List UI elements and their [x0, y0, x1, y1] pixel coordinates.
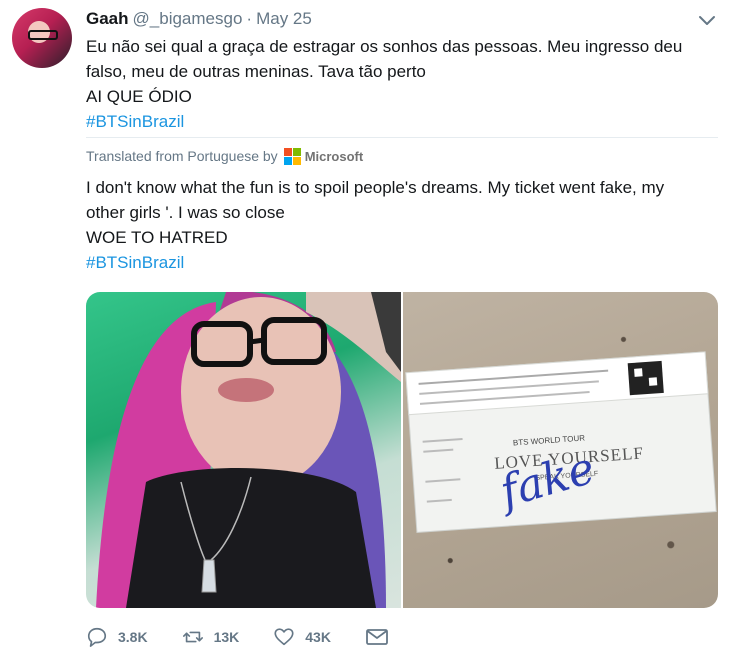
translated-text-line: WOE TO HATRED — [86, 228, 228, 247]
microsoft-logo-icon — [283, 147, 301, 165]
translation-attribution: Translated from Portuguese by Microsoft — [86, 146, 363, 166]
reply-button[interactable]: 3.8K — [86, 626, 148, 648]
author-avatar[interactable] — [12, 8, 72, 68]
chevron-down-icon[interactable] — [698, 14, 716, 28]
like-button[interactable]: 43K — [273, 626, 331, 648]
hashtag-link[interactable]: #BTSinBrazil — [86, 109, 706, 134]
author-handle[interactable]: @_bigamesgo — [133, 9, 243, 29]
tweet-actions: 3.8K 13K 43K — [86, 624, 423, 650]
translated-text-line: I don't know what the fun is to spoil pe… — [86, 178, 665, 197]
reply-icon — [87, 627, 107, 647]
retweet-icon — [182, 631, 203, 643]
author-name[interactable]: Gaah — [86, 9, 129, 29]
ticket-illustration: BTS WORLD TOUR LOVE YOURSELF SPEAK YOURS… — [405, 351, 717, 533]
translation-provider: Microsoft — [304, 148, 364, 164]
retweet-button[interactable]: 13K — [182, 626, 240, 648]
tweet-text-line: Eu não sei qual a graça de estragar os s… — [86, 37, 683, 56]
separator-dot: · — [246, 9, 253, 28]
ticket-photo[interactable]: BTS WORLD TOUR LOVE YOURSELF SPEAK YOURS… — [403, 292, 718, 608]
heart-icon — [274, 628, 294, 646]
tweet-text-line: AI QUE ÓDIO — [86, 87, 192, 106]
selfie-illustration — [96, 292, 401, 608]
hashtag-link[interactable]: #BTSinBrazil — [86, 250, 706, 275]
retweet-count: 13K — [213, 629, 240, 645]
reply-count: 3.8K — [118, 629, 148, 645]
direct-message-button[interactable] — [365, 626, 389, 648]
translated-text-line: other girls '. I was so close — [86, 203, 285, 222]
avatar-glasses — [28, 30, 58, 40]
translated-text: I don't know what the fun is to spoil pe… — [86, 175, 706, 275]
translation-label: Translated from Portuguese by — [86, 148, 278, 164]
envelope-icon — [366, 629, 388, 645]
divider — [86, 137, 718, 138]
tweet-media: BTS WORLD TOUR LOVE YOURSELF SPEAK YOURS… — [86, 292, 718, 608]
selfie-photo[interactable] — [86, 292, 401, 608]
tweet-header: Gaah @_bigamesgo · May 25 — [86, 9, 312, 33]
tweet-date[interactable]: May 25 — [256, 9, 312, 29]
like-count: 43K — [305, 629, 331, 645]
tweet-text-line: falso, meu de outras meninas. Tava tão p… — [86, 62, 426, 81]
tweet-text: Eu não sei qual a graça de estragar os s… — [86, 34, 706, 134]
